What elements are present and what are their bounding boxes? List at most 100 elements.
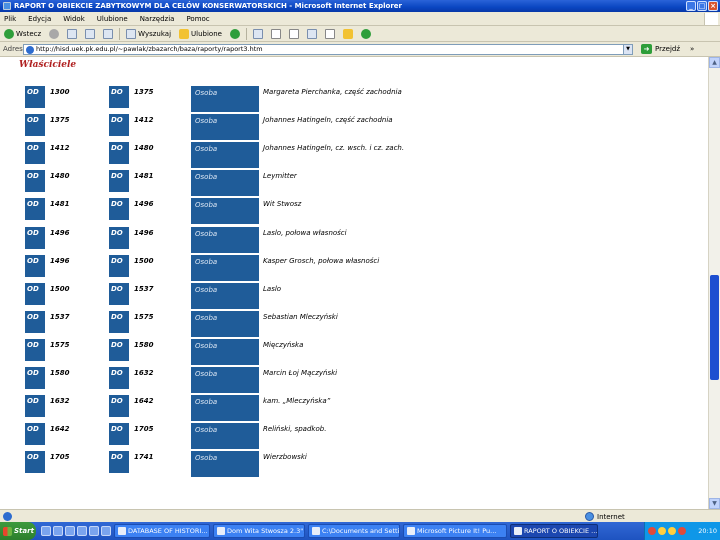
start-label: Start (14, 527, 34, 535)
taskbar-item-raport[interactable]: RAPORT O OBIEKCIE ... (510, 524, 598, 538)
owner-row: OD 1481 DO 1496 Osoba Wit Stwosz (0, 198, 708, 226)
search-button[interactable]: Wyszukaj (124, 27, 173, 40)
scroll-up-arrow-icon[interactable]: ▲ (709, 57, 720, 68)
owner-name: Wierzbowski (263, 453, 307, 462)
system-tray: 20:10 (644, 522, 720, 540)
owner-name: Kasper Grosch, połowa własności (263, 256, 380, 265)
from-label: OD (25, 86, 45, 108)
forward-button[interactable] (47, 27, 61, 40)
print-button[interactable] (287, 27, 301, 40)
favorites-button[interactable]: Ulubione (177, 27, 224, 40)
menu-help[interactable]: Pomoc (186, 15, 209, 23)
from-year: 1481 (50, 200, 70, 209)
from-label: OD (25, 198, 45, 221)
word-icon[interactable] (41, 526, 51, 536)
to-label: DO (109, 170, 129, 193)
address-label: Adres (3, 45, 23, 53)
person-type-label: Osoba (191, 86, 259, 112)
owner-row: OD 1575 DO 1580 Osoba Mięczyńska (0, 338, 708, 367)
owner-row: OD 1480 DO 1481 Osoba Leymitter (0, 170, 708, 198)
home-button[interactable] (101, 27, 115, 40)
person-type-label: Osoba (191, 395, 259, 422)
go-arrow-icon: ➜ (641, 44, 652, 54)
desktop-icon[interactable] (77, 526, 87, 536)
taskbar-item-documents[interactable]: C:\Documents and Setti... (308, 524, 400, 538)
menu-favorites[interactable]: Ulubione (97, 15, 128, 23)
mail-button[interactable] (269, 27, 283, 40)
media-button[interactable] (228, 27, 242, 40)
from-label: OD (25, 170, 45, 193)
to-year: 1575 (134, 312, 154, 321)
owner-row: OD 1642 DO 1705 Osoba Reliński, spadkob. (0, 423, 708, 451)
from-label: OD (25, 254, 45, 277)
from-year: 1496 (50, 228, 70, 237)
person-type-label: Osoba (191, 338, 259, 365)
address-input[interactable]: http://hisd.uek.pk.edu.pl/~pawlak/zbazar… (23, 43, 633, 55)
outlook-icon[interactable] (65, 526, 75, 536)
security-alert-icon[interactable] (678, 527, 686, 535)
from-label: OD (25, 114, 45, 137)
page-icon (26, 45, 34, 54)
messenger-button[interactable] (359, 27, 373, 40)
scrollbar-thumb[interactable] (710, 275, 719, 380)
history-button[interactable] (251, 27, 265, 40)
address-dropdown-button[interactable]: ▼ (623, 44, 632, 54)
to-year: 1412 (134, 116, 154, 125)
taskbar-item-database[interactable]: DATABASE OF HISTORI... (114, 524, 210, 538)
to-label: DO (109, 395, 129, 418)
from-year: 1705 (50, 453, 70, 462)
taskbar: Start DATABASE OF HISTORI... Dom Wita St… (0, 522, 720, 540)
discuss-button[interactable] (323, 27, 337, 40)
antivirus-icon[interactable] (648, 527, 656, 535)
address-url: http://hisd.uek.pk.edu.pl/~pawlak/zbazar… (36, 45, 263, 53)
refresh-button[interactable] (83, 27, 97, 40)
go-button[interactable]: ➜ Przejdź (641, 44, 680, 54)
volume-icon[interactable] (668, 527, 676, 535)
to-year: 1632 (134, 369, 154, 377)
menu-edit[interactable]: Edycja (28, 15, 51, 23)
menu-tools[interactable]: Narzędzia (140, 15, 175, 23)
owner-row: OD 1580 DO 1632 Osoba Marcin Łoj Mączyński (0, 367, 708, 395)
toolbar: Wstecz Wyszukaj Ulubione (0, 26, 720, 42)
to-label: DO (109, 142, 129, 165)
owner-name: Johannes Hatingeln, cz. wsch. i cz. zach… (263, 144, 405, 153)
owner-row: OD 1705 DO 1741 Osoba Wierzbowski (0, 451, 708, 479)
section-heading: Właściciele (19, 60, 77, 70)
minimize-button[interactable]: _ (686, 1, 696, 11)
menu-view[interactable]: Widok (63, 15, 85, 23)
mail-icon (270, 28, 281, 39)
menu-file[interactable]: Plik (4, 15, 16, 23)
back-button[interactable]: Wstecz (2, 27, 43, 40)
stop-button[interactable] (65, 27, 79, 40)
maximize-button[interactable]: □ (697, 1, 707, 11)
to-year: 1496 (134, 200, 154, 209)
taskbar-item-dom-wita-stwosza[interactable]: Dom Wita Stwosza 2.3"... (213, 524, 305, 538)
toolbar-separator (119, 27, 121, 40)
links-button[interactable]: » (690, 45, 694, 53)
folder-button[interactable] (341, 27, 355, 40)
owner-name: kam. „Mleczyńska” (263, 397, 331, 406)
close-button[interactable]: × (708, 1, 718, 11)
security-zone: Internet (585, 512, 625, 521)
vertical-scrollbar[interactable]: ▲ ▼ (708, 57, 720, 509)
scroll-down-arrow-icon[interactable]: ▼ (709, 498, 720, 509)
taskbar-item-picture-it[interactable]: Microsoft Picture It! Pu... (403, 524, 507, 538)
person-type-label: Osoba (191, 423, 259, 450)
internet-explorer-icon[interactable] (53, 526, 63, 536)
owner-row: OD 1632 DO 1642 Osoba kam. „Mleczyńska” (0, 395, 708, 423)
owner-name: Laslo (263, 284, 282, 293)
owner-name: Marcin Łoj Mączyński (263, 369, 338, 377)
network-icon[interactable] (658, 527, 666, 535)
owner-row: OD 1412 DO 1480 Osoba Johannes Hatingeln, cz.… (0, 142, 708, 170)
person-type-label: Osoba (191, 226, 259, 253)
folder-icon (342, 28, 353, 39)
edit-button[interactable] (305, 27, 319, 40)
owner-name: Johannes Hatingeln, część zachodnia (263, 116, 393, 125)
window-title: RAPORT O OBIEKCIE ZABYTKOWYM DLA CELÓW K… (14, 2, 402, 10)
media-player-icon[interactable] (89, 526, 99, 536)
folder-icon (312, 527, 320, 535)
to-year: 1537 (134, 284, 154, 293)
start-button[interactable]: Start (0, 522, 36, 540)
excel-icon[interactable] (101, 526, 111, 536)
print-icon (288, 28, 299, 39)
